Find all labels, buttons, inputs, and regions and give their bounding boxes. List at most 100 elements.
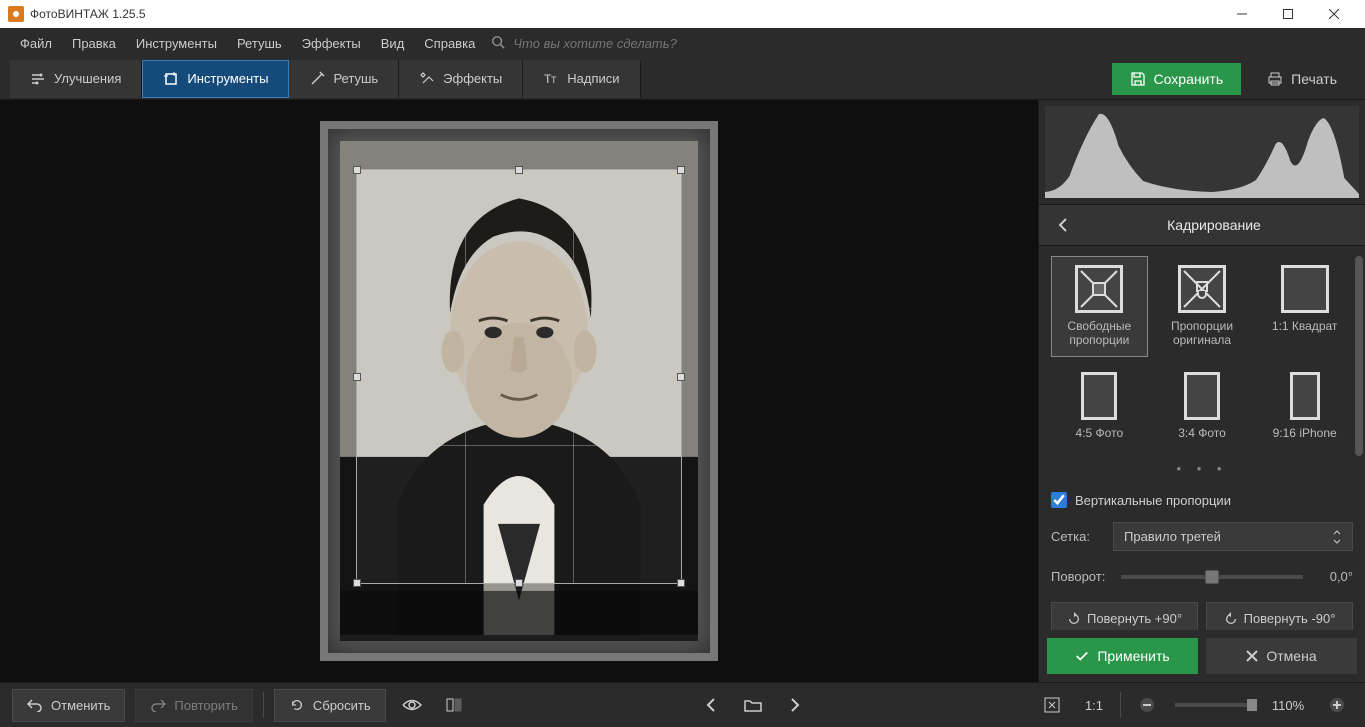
preset-label: 3:4 Фото: [1178, 426, 1226, 440]
crop-overlay[interactable]: [356, 169, 682, 584]
reset-button[interactable]: Сбросить: [274, 689, 386, 722]
rotation-slider[interactable]: [1121, 575, 1303, 579]
tab-label: Улучшения: [54, 71, 121, 86]
crop-original-icon: [1178, 265, 1226, 313]
panel-header: Кадрирование: [1039, 204, 1365, 246]
rotation-value: 0,0°: [1313, 569, 1353, 584]
grid-label: Сетка:: [1051, 529, 1101, 544]
preset-label: 4:5 Фото: [1076, 426, 1124, 440]
back-button[interactable]: [1051, 213, 1075, 237]
rotate-plus-label: Повернуть +90°: [1087, 611, 1182, 626]
compare-icon[interactable]: [438, 689, 470, 721]
search-input[interactable]: [505, 32, 705, 55]
preset-9-16[interactable]: 9:16 iPhone: [1256, 363, 1353, 449]
grid-value: Правило третей: [1124, 529, 1221, 544]
redo-button[interactable]: Повторить: [135, 689, 252, 722]
panel-scrollbar[interactable]: [1355, 256, 1363, 456]
menu-help[interactable]: Справка: [414, 36, 485, 51]
tab-tools[interactable]: Инструменты: [142, 60, 289, 98]
preset-4-5[interactable]: 4:5 Фото: [1051, 363, 1148, 449]
zoom-slider[interactable]: [1175, 703, 1255, 707]
vertical-proportions-label: Вертикальные пропорции: [1075, 493, 1231, 508]
fit-screen-icon[interactable]: [1036, 689, 1068, 721]
menu-bar: Файл Правка Инструменты Ретушь Эффекты В…: [0, 28, 1365, 58]
print-button[interactable]: Печать: [1249, 63, 1355, 95]
zoom-out-button[interactable]: [1131, 689, 1163, 721]
tab-label: Инструменты: [187, 71, 268, 86]
preset-label: 1:1 Квадрат: [1272, 319, 1338, 333]
prev-image-icon[interactable]: [695, 689, 727, 721]
preset-label: Пропорции оригинала: [1155, 319, 1250, 348]
crop-handle-bl[interactable]: [353, 579, 361, 587]
tab-enhancements[interactable]: Улучшения: [10, 60, 142, 98]
rotation-label: Поворот:: [1051, 569, 1111, 584]
preset-label: Свободные пропорции: [1052, 319, 1147, 348]
title-bar: ФотоВИНТАЖ 1.25.5: [0, 0, 1365, 28]
cancel-label: Отмена: [1266, 648, 1316, 664]
next-image-icon[interactable]: [779, 689, 811, 721]
zoom-value: 110%: [1267, 698, 1309, 713]
preset-label: 9:16 iPhone: [1273, 426, 1337, 440]
maximize-button[interactable]: [1265, 0, 1311, 28]
undo-label: Отменить: [51, 698, 110, 713]
reset-label: Сбросить: [313, 698, 371, 713]
rotate-minus-90-button[interactable]: Повернуть -90°: [1206, 602, 1353, 630]
apply-label: Применить: [1097, 648, 1169, 664]
preset-original[interactable]: Пропорции оригинала: [1154, 256, 1251, 357]
ratio-11-button[interactable]: 1:1: [1078, 689, 1110, 721]
svg-text:T: T: [551, 75, 557, 85]
tab-retouch[interactable]: Ретушь: [289, 60, 399, 98]
app-title: ФотоВИНТАЖ 1.25.5: [30, 7, 1219, 21]
preset-square[interactable]: 1:1 Квадрат: [1256, 256, 1353, 357]
eye-icon[interactable]: [396, 689, 428, 721]
crop-handle-b[interactable]: [515, 579, 523, 587]
tab-label: Надписи: [567, 71, 619, 86]
apply-button[interactable]: Применить: [1047, 638, 1198, 674]
cancel-button[interactable]: Отмена: [1206, 638, 1357, 674]
tab-label: Эффекты: [443, 71, 502, 86]
menu-edit[interactable]: Правка: [62, 36, 126, 51]
tab-text[interactable]: TT Надписи: [523, 60, 640, 98]
zoom-in-button[interactable]: [1321, 689, 1353, 721]
save-button[interactable]: Сохранить: [1112, 63, 1242, 95]
folder-icon[interactable]: [737, 689, 769, 721]
search-icon: [491, 35, 505, 52]
tab-effects[interactable]: Эффекты: [399, 60, 523, 98]
grid-select[interactable]: Правило третей: [1113, 522, 1353, 551]
crop-handle-br[interactable]: [677, 579, 685, 587]
close-button[interactable]: [1311, 0, 1357, 28]
crop-handle-t[interactable]: [515, 166, 523, 174]
histogram: [1045, 106, 1359, 198]
tab-label: Ретушь: [333, 71, 378, 86]
minimize-button[interactable]: [1219, 0, 1265, 28]
app-icon: [8, 6, 24, 22]
canvas-area[interactable]: [0, 100, 1038, 682]
preset-3-4[interactable]: 3:4 Фото: [1154, 363, 1251, 449]
crop-4-5-icon: [1081, 372, 1117, 420]
menu-view[interactable]: Вид: [371, 36, 415, 51]
crop-square-icon: [1281, 265, 1329, 313]
menu-retouch[interactable]: Ретушь: [227, 36, 292, 51]
pagination-dots[interactable]: • • •: [1051, 461, 1353, 476]
preset-free[interactable]: Свободные пропорции: [1051, 256, 1148, 357]
redo-label: Повторить: [174, 698, 237, 713]
panel-body: Свободные пропорции Пропорции оригинала …: [1039, 246, 1365, 630]
bottom-bar: Отменить Повторить Сбросить 1:1 110%: [0, 682, 1365, 727]
photo-frame[interactable]: [320, 121, 718, 661]
crop-free-icon: [1075, 265, 1123, 313]
crop-handle-r[interactable]: [677, 373, 685, 381]
menu-tools[interactable]: Инструменты: [126, 36, 227, 51]
print-label: Печать: [1291, 71, 1337, 87]
undo-button[interactable]: Отменить: [12, 689, 125, 722]
crop-handle-tr[interactable]: [677, 166, 685, 174]
rotate-plus-90-button[interactable]: Повернуть +90°: [1051, 602, 1198, 630]
toolbar: Улучшения Инструменты Ретушь Эффекты TT …: [0, 58, 1365, 100]
rotate-minus-label: Повернуть -90°: [1244, 611, 1336, 626]
menu-file[interactable]: Файл: [10, 36, 62, 51]
crop-3-4-icon: [1184, 372, 1220, 420]
crop-handle-l[interactable]: [353, 373, 361, 381]
right-panel: Кадрирование Свободные пропорции Пропорц…: [1038, 100, 1365, 682]
vertical-proportions-checkbox[interactable]: [1051, 492, 1067, 508]
crop-handle-tl[interactable]: [353, 166, 361, 174]
menu-effects[interactable]: Эффекты: [292, 36, 371, 51]
